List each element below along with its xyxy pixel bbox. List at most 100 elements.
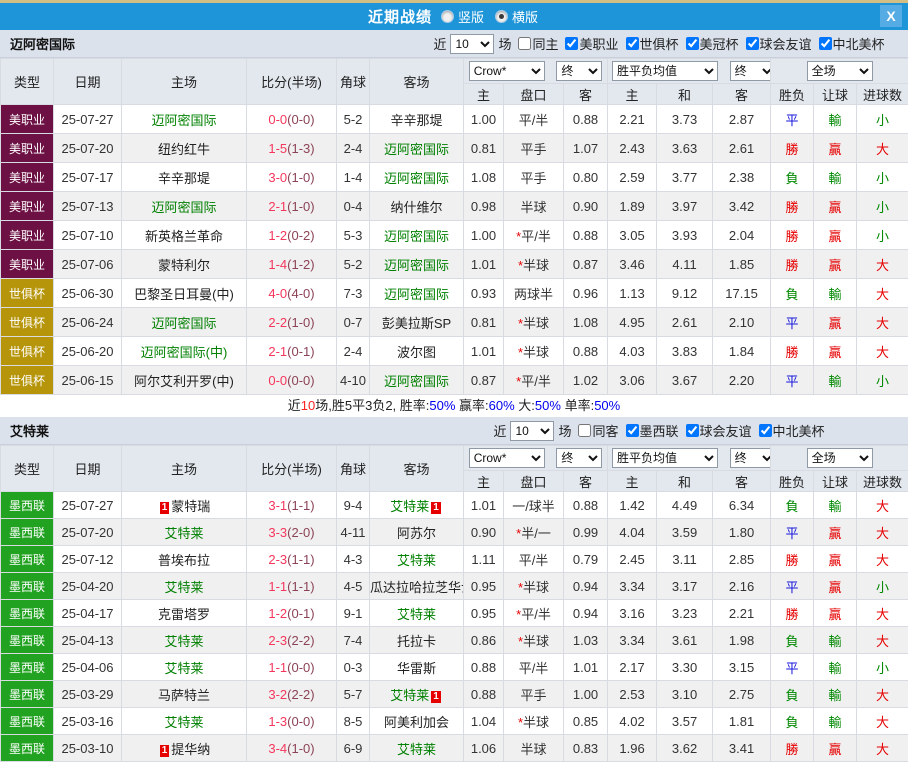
matches-count-select[interactable]: 10 bbox=[510, 421, 554, 441]
avg-odds-cell: 3.30 bbox=[657, 654, 713, 681]
fulltime-score: 3-3 bbox=[268, 525, 287, 540]
odds-group-header: Crow* 终 bbox=[464, 446, 608, 471]
asterisk: * bbox=[518, 345, 523, 360]
odds-cell: 1.06 bbox=[464, 735, 504, 762]
avg-odds-cell: 3.16 bbox=[608, 600, 657, 627]
team-name: 托拉卡 bbox=[397, 634, 436, 649]
avg-odds-cell: 2.17 bbox=[608, 654, 657, 681]
avg-odds-cell: 4.04 bbox=[608, 519, 657, 546]
odds-cell: 0.88 bbox=[564, 337, 608, 366]
handicap-cell: *半球 bbox=[504, 573, 564, 600]
filter-checkbox-球会友谊[interactable]: 球会友谊 bbox=[681, 421, 752, 440]
filter-checkbox-美冠杯[interactable]: 美冠杯 bbox=[681, 34, 739, 53]
home-team-cell: 迈阿密国际(中) bbox=[122, 337, 247, 366]
fulltime-score: 3-4 bbox=[268, 741, 287, 756]
result-cell: 輸 bbox=[814, 163, 857, 192]
fulltime-select[interactable]: 全场 bbox=[807, 61, 873, 81]
layout-radio-vertical[interactable] bbox=[441, 10, 454, 23]
checkbox[interactable] bbox=[626, 424, 639, 437]
avg-source-select[interactable]: 胜平负均值 bbox=[612, 448, 718, 468]
fulltime-select[interactable]: 全场 bbox=[807, 448, 873, 468]
avg-odds-cell: 3.63 bbox=[657, 134, 713, 163]
col-corner: 角球 bbox=[337, 446, 370, 492]
corners-cell: 0-7 bbox=[337, 308, 370, 337]
home-team-cell: 巴黎圣日耳曼(中) bbox=[122, 279, 247, 308]
away-team-cell: 艾特莱 bbox=[370, 735, 464, 762]
avg-source-select[interactable]: 胜平负均值 bbox=[612, 61, 718, 81]
asterisk: * bbox=[516, 229, 521, 244]
close-button[interactable]: X bbox=[880, 5, 902, 27]
checkbox[interactable] bbox=[686, 424, 699, 437]
filter-checkbox-球会友谊[interactable]: 球会友谊 bbox=[741, 34, 812, 53]
result-cell: 大 bbox=[857, 681, 908, 708]
league-cell: 美职业 bbox=[1, 134, 54, 163]
col-avg-home: 主 bbox=[608, 471, 657, 492]
col-result: 胜负 bbox=[771, 471, 814, 492]
odds-source-select[interactable]: Crow* bbox=[469, 61, 545, 81]
odds-final-select[interactable]: 终 bbox=[556, 448, 602, 468]
date-cell: 25-07-13 bbox=[54, 192, 122, 221]
result-cell: 負 bbox=[771, 163, 814, 192]
checkbox[interactable] bbox=[626, 37, 639, 50]
avg-final-select[interactable]: 终 bbox=[730, 61, 771, 81]
result-cell: 小 bbox=[857, 105, 908, 134]
avg-odds-cell: 2.38 bbox=[713, 163, 771, 192]
avg-odds-cell: 1.80 bbox=[713, 519, 771, 546]
checkbox[interactable] bbox=[578, 424, 591, 437]
col-home: 主场 bbox=[122, 446, 247, 492]
result-cell: 負 bbox=[771, 279, 814, 308]
result-cell: 勝 bbox=[771, 192, 814, 221]
filter-checkbox-美职业[interactable]: 美职业 bbox=[560, 34, 618, 53]
result-cell: 小 bbox=[857, 192, 908, 221]
summary-segment: 单率: bbox=[561, 398, 594, 413]
filter-checkbox-世俱杯[interactable]: 世俱杯 bbox=[621, 34, 679, 53]
col-score: 比分(半场) bbox=[247, 446, 337, 492]
filter-checkbox-中北美杯[interactable]: 中北美杯 bbox=[814, 34, 885, 53]
checkbox[interactable] bbox=[819, 37, 832, 50]
halftime-score: (1-3) bbox=[287, 141, 314, 156]
corners-cell: 2-4 bbox=[337, 337, 370, 366]
col-date: 日期 bbox=[54, 59, 122, 105]
checkbox[interactable] bbox=[518, 37, 531, 50]
avg-odds-cell: 2.45 bbox=[608, 546, 657, 573]
score-cell: 1-5(1-3) bbox=[247, 134, 337, 163]
checkbox[interactable] bbox=[686, 37, 699, 50]
date-cell: 25-04-20 bbox=[54, 573, 122, 600]
red-card-badge: 1 bbox=[431, 502, 441, 514]
filter-checkbox-墨西联[interactable]: 墨西联 bbox=[621, 421, 679, 440]
filter-label: 美职业 bbox=[579, 34, 618, 53]
match-row: 美职业25-07-06蒙特利尔1-4(1-2)5-2迈阿密国际1.01*半球0.… bbox=[1, 250, 908, 279]
checkbox[interactable] bbox=[746, 37, 759, 50]
league-filter-group: 同客墨西联球会友谊中北美杯 bbox=[571, 421, 824, 440]
away-team-cell: 艾特莱 bbox=[370, 600, 464, 627]
home-team-cell: 迈阿密国际 bbox=[122, 105, 247, 134]
odds-cell: 0.94 bbox=[564, 600, 608, 627]
odds-group-header: Crow* 终 bbox=[464, 59, 608, 84]
score-cell: 1-1(0-0) bbox=[247, 654, 337, 681]
team-name: 艾特莱 bbox=[390, 688, 429, 703]
filters: 近 10 场 同主美职业世俱杯美冠杯球会友谊中北美杯 bbox=[433, 34, 884, 54]
odds-final-select[interactable]: 终 bbox=[556, 61, 602, 81]
layout-radio-horizontal[interactable] bbox=[495, 10, 508, 23]
home-team-cell: 1蒙特瑞 bbox=[122, 492, 247, 519]
match-row: 墨西联25-03-16艾特莱1-3(0-0)8-5阿美利加会1.04*半球0.8… bbox=[1, 708, 908, 735]
result-cell: 輸 bbox=[814, 708, 857, 735]
col-corner: 角球 bbox=[337, 59, 370, 105]
result-cell: 大 bbox=[857, 337, 908, 366]
filter-checkbox-同客[interactable]: 同客 bbox=[573, 421, 618, 440]
corners-cell: 4-11 bbox=[337, 519, 370, 546]
result-cell: 贏 bbox=[814, 134, 857, 163]
result-cell: 輸 bbox=[814, 681, 857, 708]
filter-checkbox-中北美杯[interactable]: 中北美杯 bbox=[754, 421, 825, 440]
odds-source-select[interactable]: Crow* bbox=[469, 448, 545, 468]
matches-count-select[interactable]: 10 bbox=[450, 34, 494, 54]
filter-checkbox-同主[interactable]: 同主 bbox=[513, 34, 558, 53]
score-cell: 3-3(2-0) bbox=[247, 519, 337, 546]
avg-final-select[interactable]: 终 bbox=[730, 448, 771, 468]
checkbox[interactable] bbox=[759, 424, 772, 437]
score-cell: 3-4(1-0) bbox=[247, 735, 337, 762]
odds-cell: 1.00 bbox=[564, 681, 608, 708]
checkbox[interactable] bbox=[565, 37, 578, 50]
league-cell: 墨西联 bbox=[1, 573, 54, 600]
handicap-cell: *半球 bbox=[504, 627, 564, 654]
